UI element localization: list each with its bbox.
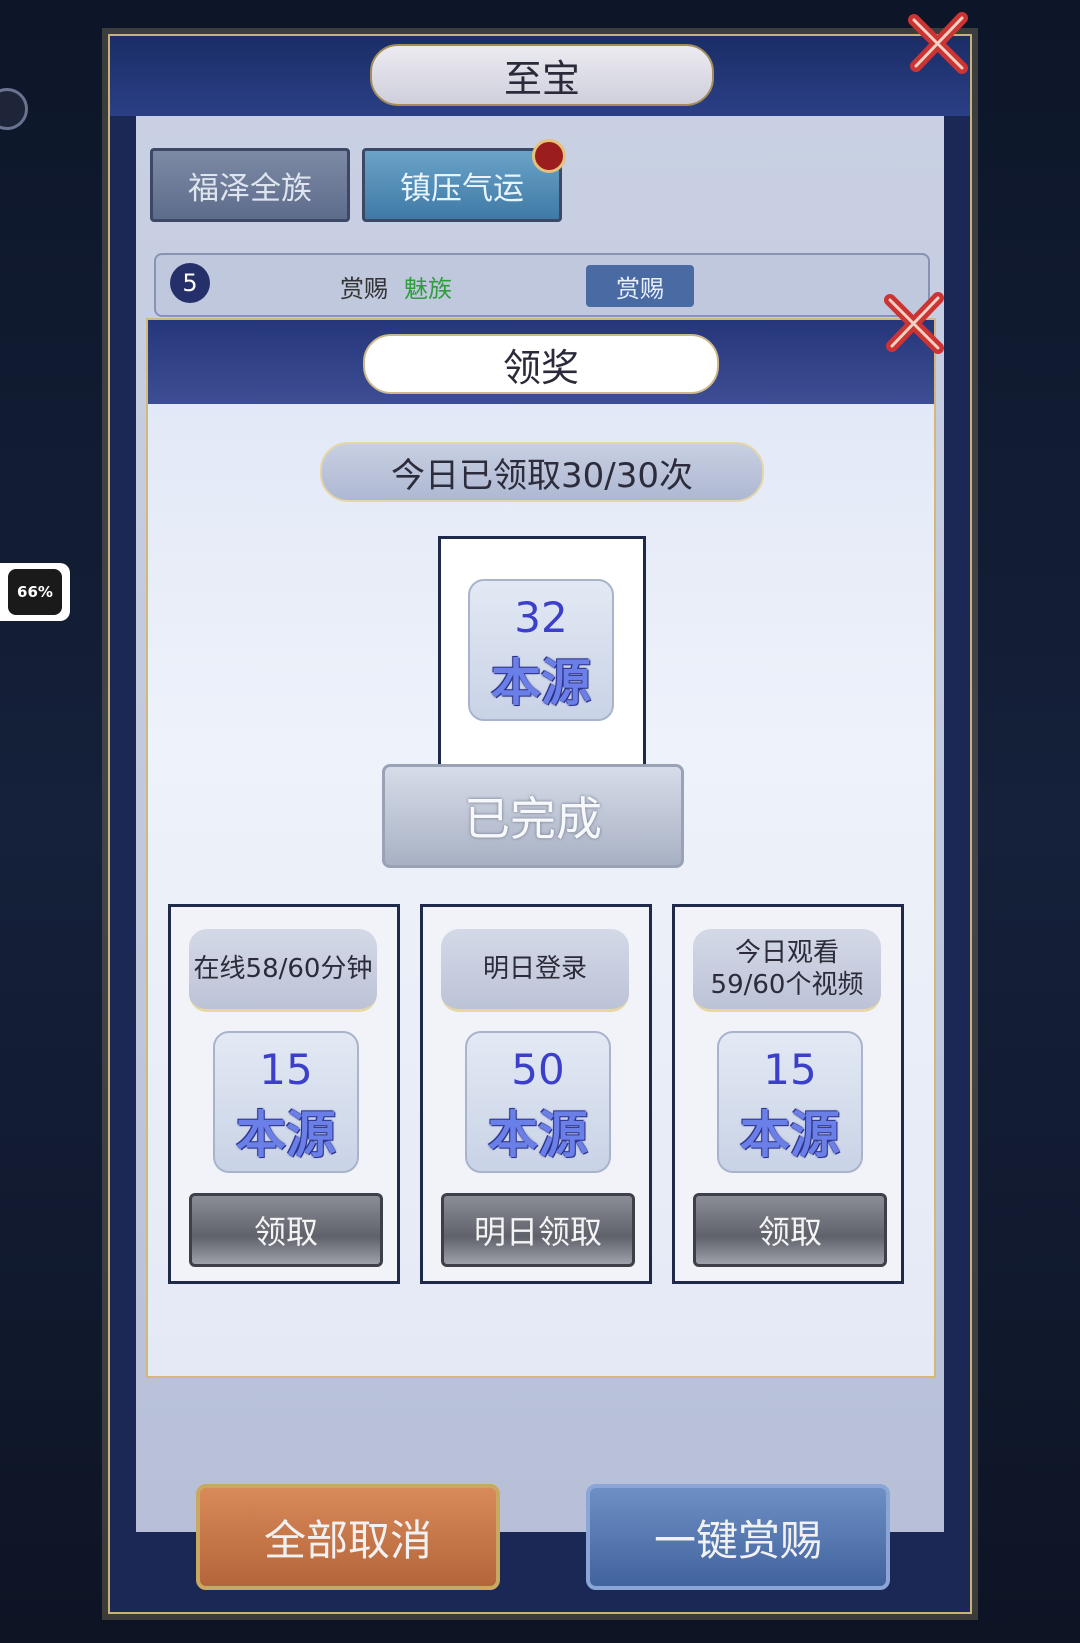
reward-dialog-title: 领奖 bbox=[363, 334, 719, 394]
daily-claim-counter: 今日已领取30/30次 bbox=[320, 442, 764, 502]
task-condition: 明日登录 bbox=[441, 929, 629, 1012]
rank-badge: 5 bbox=[170, 263, 210, 303]
main-reward-card: 32 本源 bbox=[438, 536, 646, 770]
row-reward-button[interactable]: 赏赐 bbox=[586, 265, 694, 307]
task-card-video: 今日观看 59/60个视频 15 本源 领取 bbox=[672, 904, 904, 1284]
tab-suppress-fortune-label: 镇压气运 bbox=[400, 170, 524, 207]
close-icon[interactable] bbox=[880, 288, 950, 358]
tab-family-blessing-label: 福泽全族 bbox=[188, 170, 312, 207]
cancel-all-button[interactable]: 全部取消 bbox=[196, 1484, 500, 1590]
task-condition: 在线58/60分钟 bbox=[189, 929, 377, 1012]
reward-amount: 15 bbox=[259, 1045, 313, 1094]
task-card-online: 在线58/60分钟 15 本源 领取 bbox=[168, 904, 400, 1284]
performance-badge[interactable]: 66% bbox=[0, 563, 70, 621]
fps-badge-text: 66% bbox=[8, 569, 62, 615]
reward-tile: 32 本源 bbox=[468, 579, 614, 721]
one-click-reward-button[interactable]: 一键赏赐 bbox=[586, 1484, 890, 1590]
reward-amount: 50 bbox=[511, 1045, 565, 1094]
reward-tile: 15 本源 bbox=[213, 1031, 359, 1173]
completed-button[interactable]: 已完成 bbox=[382, 764, 684, 868]
tab-family-blessing[interactable]: 福泽全族 bbox=[150, 148, 350, 222]
list-item: 5 赏赐 魅族 赏赐 bbox=[154, 253, 930, 317]
task-card-login: 明日登录 50 本源 明日领取 bbox=[420, 904, 652, 1284]
reward-name: 本源 bbox=[488, 1105, 588, 1164]
reward-name: 本源 bbox=[236, 1105, 336, 1164]
reward-amount: 15 bbox=[763, 1045, 817, 1094]
task-condition: 今日观看 59/60个视频 bbox=[693, 929, 881, 1012]
reward-tile: 50 本源 bbox=[465, 1031, 611, 1173]
reward-amount: 32 bbox=[514, 593, 568, 642]
row-highlight: 魅族 bbox=[404, 275, 452, 303]
reward-tile: 15 本源 bbox=[717, 1031, 863, 1173]
claim-button[interactable]: 领取 bbox=[189, 1193, 383, 1267]
reward-name: 本源 bbox=[491, 653, 591, 712]
reward-dialog: 领奖 今日已领取30/30次 32 本源 已完成 在线58/60分钟 15 本源… bbox=[146, 318, 936, 1378]
reward-name: 本源 bbox=[740, 1105, 840, 1164]
row-label: 赏赐 bbox=[340, 275, 388, 303]
claim-tomorrow-button[interactable]: 明日领取 bbox=[441, 1193, 635, 1267]
notification-dot bbox=[532, 139, 566, 173]
claim-button[interactable]: 领取 bbox=[693, 1193, 887, 1267]
close-icon[interactable] bbox=[904, 8, 974, 78]
treasure-panel-title: 至宝 bbox=[370, 44, 714, 106]
